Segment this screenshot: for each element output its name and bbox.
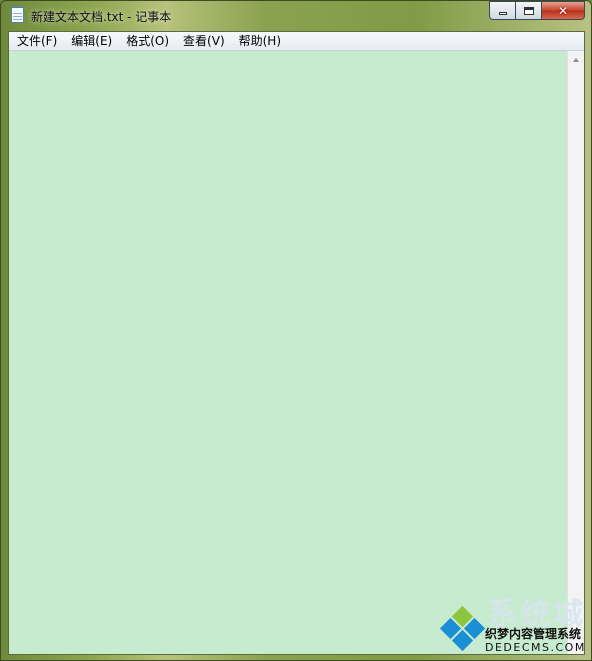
watermark: 系统城 织梦内容管理系统 DEDECMS.COM	[439, 589, 589, 659]
watermark-en-text: DEDECMS.COM	[485, 641, 586, 654]
close-icon: ✕	[557, 3, 569, 18]
minimize-button[interactable]	[489, 1, 515, 20]
maximize-button[interactable]	[515, 1, 541, 20]
menu-format[interactable]: 格式(O)	[119, 33, 176, 50]
title-bar[interactable]: 新建文本文档.txt - 记事本 ✕	[1, 1, 591, 31]
notepad-icon[interactable]	[11, 5, 24, 23]
menu-file[interactable]: 文件(F)	[10, 33, 64, 50]
watermark-cn-text: 织梦内容管理系统	[485, 627, 582, 641]
menu-help[interactable]: 帮助(H)	[232, 33, 288, 50]
close-button[interactable]: ✕	[541, 1, 585, 20]
text-editor[interactable]	[9, 51, 567, 654]
maximize-icon	[523, 6, 534, 15]
window-title: 新建文本文档.txt - 记事本	[31, 10, 172, 24]
watermark-logo-icon	[439, 605, 486, 652]
menu-view[interactable]: 查看(V)	[176, 33, 232, 50]
caption-buttons: ✕	[489, 1, 585, 20]
notepad-window: 新建文本文档.txt - 记事本 ✕ 文件(F) 编辑(E) 格式(O) 查看(…	[0, 0, 592, 661]
vertical-scrollbar[interactable]	[567, 51, 584, 654]
arrow-up-icon	[573, 57, 579, 62]
client-area: 文件(F) 编辑(E) 格式(O) 查看(V) 帮助(H)	[8, 31, 585, 655]
minimize-icon	[498, 12, 507, 15]
scroll-up-button[interactable]	[568, 51, 584, 68]
menu-bar: 文件(F) 编辑(E) 格式(O) 查看(V) 帮助(H)	[9, 32, 584, 51]
menu-edit[interactable]: 编辑(E)	[64, 33, 119, 50]
